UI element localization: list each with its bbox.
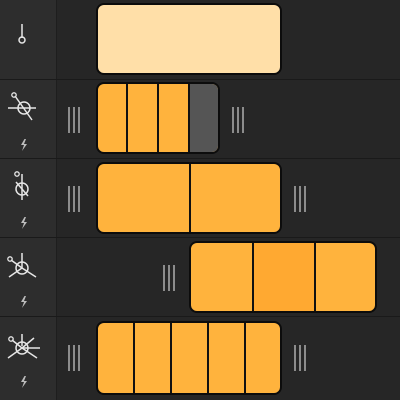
clip-segment-selected[interactable] [254, 243, 314, 311]
clip-track-2-left-handle[interactable] [67, 107, 81, 133]
clip-track-5-right-handle[interactable] [293, 345, 307, 371]
clip-track-5-left-handle[interactable] [67, 345, 81, 371]
row-divider [0, 158, 400, 159]
clip-track-4-left-handle[interactable] [162, 265, 176, 291]
clip-segment[interactable] [191, 243, 252, 311]
row-divider [0, 79, 400, 80]
bolt-icon [21, 217, 27, 229]
clip-segment[interactable] [246, 323, 280, 393]
track-3-header[interactable] [0, 158, 57, 237]
clip-segment[interactable] [316, 243, 375, 311]
bolt-icon [21, 296, 27, 308]
clip-segment[interactable] [128, 84, 157, 152]
clip-segment[interactable] [98, 323, 133, 393]
row-divider [0, 316, 400, 317]
clip-segment[interactable] [191, 164, 280, 232]
row-divider [0, 237, 400, 238]
clip-track-3[interactable] [96, 162, 282, 234]
single-node-icon [18, 24, 26, 44]
clip-track-2-right-handle[interactable] [231, 107, 245, 133]
clip-track-4[interactable] [189, 241, 377, 313]
bolt-icon [21, 376, 27, 388]
clip-segment[interactable] [172, 323, 207, 393]
clip-segment-disabled[interactable] [190, 84, 218, 152]
track-5-header[interactable] [0, 316, 57, 400]
clip-track-2[interactable] [96, 82, 220, 154]
clip-track-1[interactable] [96, 3, 282, 75]
clip-track-5[interactable] [96, 321, 282, 395]
clip-segment[interactable] [209, 323, 244, 393]
clip-segment[interactable] [98, 164, 189, 232]
clip-track-3-right-handle[interactable] [293, 186, 307, 212]
bolt-icon [21, 139, 27, 151]
clip-track-3-left-handle[interactable] [67, 186, 81, 212]
clip-segment[interactable] [135, 323, 170, 393]
clip-segment[interactable] [159, 84, 188, 152]
track-2-header[interactable] [0, 79, 57, 158]
track-editor [0, 0, 400, 400]
track-1-header[interactable] [0, 0, 57, 79]
clip-segment[interactable] [98, 84, 127, 152]
track-4-header[interactable] [0, 237, 57, 316]
